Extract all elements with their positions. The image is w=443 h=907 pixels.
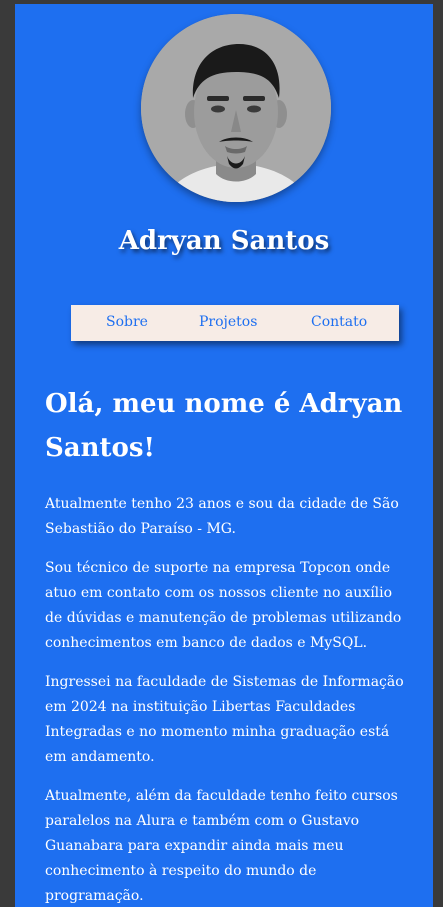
nav-link-projetos[interactable]: Projetos xyxy=(199,314,257,330)
main-nav: Sobre Projetos Contato xyxy=(71,305,399,341)
paragraph-courses: Atualmente, além da faculdade tenho feit… xyxy=(45,788,398,904)
profile-photo xyxy=(141,14,331,202)
nav-link-contato[interactable]: Contato xyxy=(311,314,367,330)
page-heading: Olá, meu nome é Adryan Santos! xyxy=(45,389,403,463)
about-section: Olá, meu nome é Adryan Santos! Atualment… xyxy=(45,382,411,907)
paragraph-job: Sou técnico de suporte na empresa Topcon… xyxy=(45,560,402,651)
profile-name: Adryan Santos xyxy=(118,226,330,256)
nav-link-sobre[interactable]: Sobre xyxy=(106,314,148,330)
paragraph-age-city: Atualmente tenho 23 anos e sou da cidade… xyxy=(45,496,399,537)
page-container: Adryan Santos Sobre Projetos Contato Olá… xyxy=(15,4,433,907)
avatar xyxy=(141,14,331,202)
paragraph-college: Ingressei na faculdade de Sistemas de In… xyxy=(45,674,404,765)
